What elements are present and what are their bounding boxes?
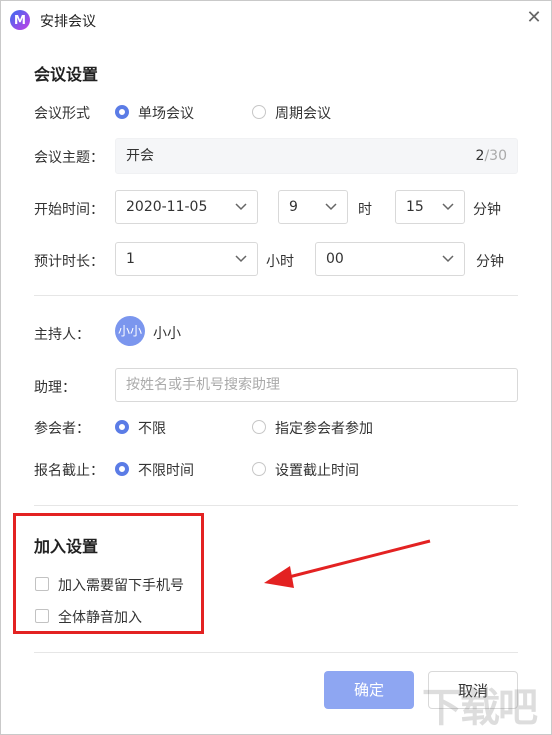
watermark: 下载吧 — [422, 685, 538, 731]
confirm-button[interactable]: 确定 — [324, 671, 414, 709]
divider — [34, 652, 518, 653]
annotation-arrow-icon — [264, 539, 431, 588]
